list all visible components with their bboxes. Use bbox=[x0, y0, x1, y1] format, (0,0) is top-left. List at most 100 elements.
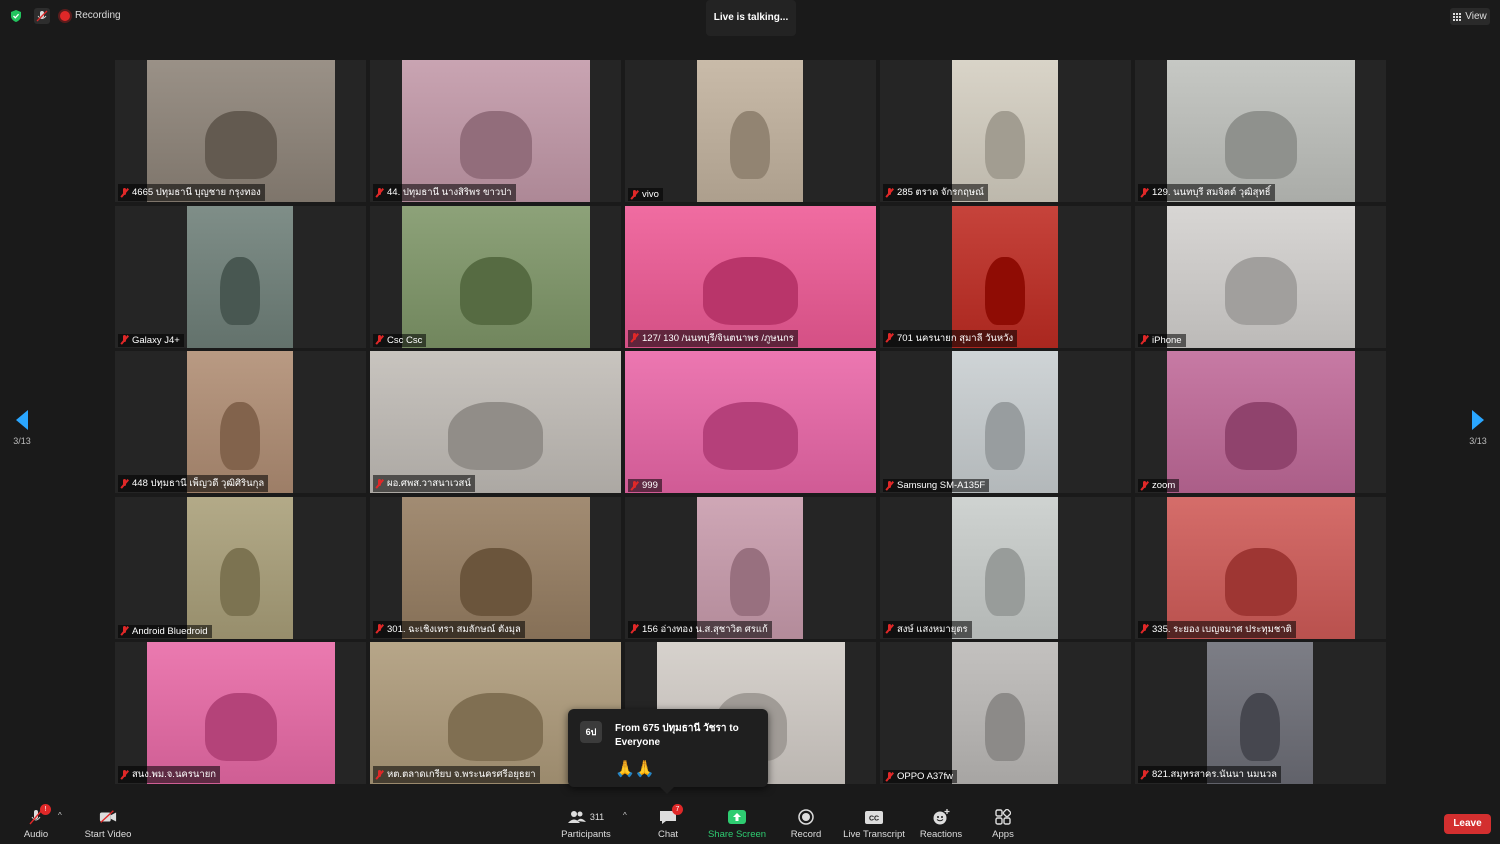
top-bar: Recording Live is talking... View bbox=[0, 0, 1500, 36]
meeting-toolbar: ! Audio ^ Start Video 311 Participants ^… bbox=[0, 797, 1500, 844]
person-silhouette bbox=[984, 402, 1026, 471]
participant-tile[interactable]: 44. ปทุมธานี นางสิริพร ขาวปา bbox=[370, 60, 621, 202]
previous-page-button[interactable]: 3/13 bbox=[2, 410, 42, 446]
audio-button[interactable]: ! Audio bbox=[18, 797, 54, 844]
live-transcript-label: Live Transcript bbox=[843, 829, 905, 840]
participant-name: Android Bluedroid bbox=[132, 625, 208, 637]
participant-tile[interactable]: Android Bluedroid bbox=[115, 496, 366, 639]
live-transcript-button[interactable]: CC Live Transcript bbox=[842, 797, 906, 844]
person-silhouette bbox=[729, 547, 771, 616]
participant-tile[interactable]: 821.สมุทรสาคร.นันนา นมนวล bbox=[1135, 642, 1386, 784]
participant-tile[interactable]: 999 bbox=[625, 351, 876, 493]
participant-name-label: 821.สมุทรสาคร.นันนา นมนวล bbox=[1138, 766, 1282, 783]
start-video-button[interactable]: Start Video bbox=[82, 797, 134, 844]
participant-tile[interactable]: 335. ระยอง เบญจมาศ ประทุมชาติ bbox=[1135, 496, 1386, 639]
participant-tile[interactable]: 301. ฉะเชิงเทรา สมลักษณ์ ตังมุล bbox=[370, 496, 621, 639]
person-silhouette bbox=[205, 111, 277, 180]
chat-button[interactable]: 7 Chat bbox=[652, 797, 684, 844]
mic-muted-icon bbox=[885, 624, 894, 634]
participant-name-label: 156 อ่างทอง น.ส.สุชาวิต ศรแก้ bbox=[628, 620, 772, 638]
person-silhouette bbox=[984, 693, 1026, 762]
participant-name: ผอ.ศพส.วาสนาเวสน์ bbox=[387, 478, 471, 489]
participant-video bbox=[697, 60, 803, 202]
mic-muted-icon bbox=[1140, 624, 1149, 634]
shield-check-icon[interactable] bbox=[10, 10, 22, 22]
participant-video bbox=[952, 60, 1058, 202]
person-silhouette bbox=[205, 693, 277, 762]
participant-video bbox=[952, 496, 1058, 639]
participant-name-label: สงษ์ แสงหมายุตร bbox=[883, 620, 972, 638]
next-page-button[interactable]: 3/13 bbox=[1458, 410, 1498, 446]
leave-button[interactable]: Leave bbox=[1444, 814, 1491, 834]
mic-muted-icon bbox=[1140, 769, 1149, 780]
participant-tile[interactable]: 285 ตราด จักรกฤษณ์ bbox=[880, 60, 1131, 202]
mic-muted-icon bbox=[375, 478, 384, 489]
participants-options-chevron-icon[interactable]: ^ bbox=[623, 811, 627, 820]
person-silhouette bbox=[984, 111, 1026, 180]
mic-muted-icon[interactable] bbox=[34, 8, 50, 24]
record-label: Record bbox=[790, 829, 822, 840]
person-silhouette bbox=[1225, 402, 1297, 471]
record-button[interactable]: Record bbox=[788, 797, 824, 844]
participant-video bbox=[625, 205, 876, 348]
participant-name-label: Samsung SM-A135F bbox=[883, 479, 990, 492]
person-silhouette bbox=[984, 547, 1026, 616]
participants-button[interactable]: 311 Participants bbox=[560, 797, 612, 844]
participant-tile[interactable]: 448 ปทุมธานี เพ็ญวดี วุฒิศิรินกุล bbox=[115, 351, 366, 493]
participant-name: Galaxy J4+ bbox=[132, 334, 180, 346]
video-off-icon bbox=[99, 809, 117, 825]
participant-name-label: 448 ปทุมธานี เพ็ญวดี วุฒิศิรินกุล bbox=[118, 475, 269, 492]
participant-name: OPPO A37fw bbox=[897, 771, 953, 782]
participant-tile[interactable]: zoom bbox=[1135, 351, 1386, 493]
participant-tile[interactable]: ผอ.ศพส.วาสนาเวสน์ bbox=[370, 351, 621, 493]
participant-tile[interactable]: Samsung SM-A135F bbox=[880, 351, 1131, 493]
audio-options-chevron-icon[interactable]: ^ bbox=[58, 811, 62, 820]
mic-muted-icon bbox=[1140, 187, 1149, 198]
person-silhouette bbox=[447, 693, 544, 762]
recording-indicator[interactable]: Recording bbox=[60, 10, 121, 21]
participant-name: 4665 ปทุมธานี บุญชาย กรุงทอง bbox=[132, 187, 261, 198]
participant-tile[interactable]: สงษ์ แสงหมายุตร bbox=[880, 496, 1131, 639]
participant-tile[interactable]: 156 อ่างทอง น.ส.สุชาวิต ศรแก้ bbox=[625, 496, 876, 639]
person-silhouette bbox=[1225, 547, 1297, 616]
view-button[interactable]: View bbox=[1450, 8, 1490, 25]
participant-name: 701 นครนายก สุมาลี วันหวัง bbox=[897, 332, 1014, 344]
participant-tile[interactable]: vivo bbox=[625, 60, 876, 202]
participant-name-label: 44. ปทุมธานี นางสิริพร ขาวปา bbox=[373, 184, 516, 201]
smiley-plus-icon bbox=[932, 809, 950, 825]
participant-tile[interactable]: Galaxy J4+ bbox=[115, 205, 366, 348]
participant-video bbox=[952, 205, 1058, 348]
participant-video bbox=[187, 205, 293, 348]
participant-name-label: 335. ระยอง เบญจมาศ ประทุมชาติ bbox=[1138, 620, 1296, 638]
participant-tile[interactable]: OPPO A37fw bbox=[880, 642, 1131, 784]
participant-name: iPhone bbox=[1152, 334, 1182, 346]
participant-tile[interactable]: 129. นนทบุรี สมจิตต์ วุฒิสุทธิ์ bbox=[1135, 60, 1386, 202]
mic-muted-icon bbox=[885, 771, 894, 782]
participant-name-label: สนง.พม.จ.นครนายก bbox=[118, 766, 221, 783]
participant-tile[interactable]: iPhone bbox=[1135, 205, 1386, 348]
participant-tile[interactable]: Csc Csc bbox=[370, 205, 621, 348]
participant-tile[interactable]: 701 นครนายก สุมาลี วันหวัง bbox=[880, 205, 1131, 348]
participant-tile[interactable]: 4665 ปทุมธานี บุญชาย กรุงทอง bbox=[115, 60, 366, 202]
participant-name-label: OPPO A37fw bbox=[883, 770, 957, 783]
participant-tile[interactable]: 127/ 130 /นนทบุรี/จินตนาพร /ภูษนกร bbox=[625, 205, 876, 348]
svg-text:CC: CC bbox=[869, 815, 879, 822]
apps-button[interactable]: Apps bbox=[988, 797, 1018, 844]
audio-label: Audio bbox=[23, 829, 49, 840]
participant-name-label: iPhone bbox=[1138, 333, 1186, 347]
participant-name: 335. ระยอง เบญจมาศ ประทุมชาติ bbox=[1152, 623, 1292, 635]
participant-name-label: zoom bbox=[1138, 479, 1180, 492]
participant-name: 156 อ่างทอง น.ส.สุชาวิต ศรแก้ bbox=[642, 623, 768, 635]
mic-muted-icon bbox=[885, 187, 894, 198]
participant-video bbox=[187, 351, 293, 493]
chat-notification[interactable]: 6ป From 675 ปทุมธานี วัชรา to Everyone 🙏… bbox=[568, 709, 768, 794]
mic-muted-icon bbox=[375, 624, 384, 634]
participant-name: 448 ปทุมธานี เพ็ญวดี วุฒิศิรินกุล bbox=[132, 478, 265, 489]
share-screen-button[interactable]: Share Screen bbox=[706, 797, 768, 844]
view-label: View bbox=[1465, 11, 1487, 22]
participant-video bbox=[402, 496, 590, 639]
reactions-button[interactable]: Reactions bbox=[918, 797, 964, 844]
participant-tile[interactable]: สนง.พม.จ.นครนายก bbox=[115, 642, 366, 784]
mic-muted-icon bbox=[120, 187, 129, 198]
participant-video bbox=[625, 351, 876, 493]
